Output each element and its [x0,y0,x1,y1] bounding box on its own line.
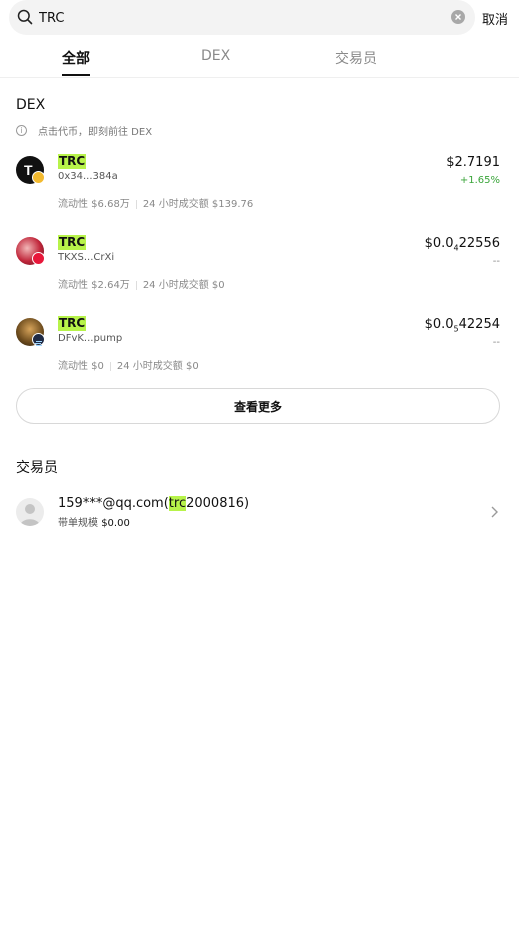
tab-traders[interactable]: 交易员 [335,48,377,68]
token-volume: 24 小时成交额 $139.76 [142,199,254,210]
token-row[interactable]: T TRC 0x34...384a 流动性 $6.68万 24 小时成交额 $13… [0,154,519,226]
traders-section-title: 交易员 [16,460,58,476]
tab-all[interactable]: 全部 [62,48,90,68]
search-icon [17,9,33,25]
trader-name-highlight: trc [168,496,187,511]
token-change: -- [492,256,500,267]
token-stats: 流动性 $2.64万 24 小时成交额 $0 [58,276,225,291]
token-change: -- [492,337,500,348]
token-liquidity: 流动性 $0 [58,361,104,372]
trader-name-suffix: 2000816) [186,496,250,511]
price-main: $0.0 [424,236,454,251]
token-symbol: TRC [58,235,87,250]
trader-row[interactable]: 159***@qq.com(trc2000816) 带单规模 $0.00 [0,494,519,530]
price-main: $0.0 [424,317,454,332]
trader-name: 159***@qq.com(trc2000816) [58,496,249,511]
token-address: DFvK...pump [58,333,123,344]
tab-dex[interactable]: DEX [201,48,230,64]
token-stats: 流动性 $6.68万 24 小时成交额 $139.76 [58,195,253,210]
token-price: $2.7191 [446,155,500,170]
bnb-chain-icon [32,171,45,184]
price-tail: 42254 [458,317,500,332]
trader-name-prefix: 159***@qq.com( [58,496,169,511]
token-symbol: TRC [58,154,87,169]
tron-chain-icon [32,252,45,265]
info-icon: i [16,125,27,136]
token-address: 0x34...384a [58,171,118,182]
chevron-right-icon[interactable] [488,505,500,519]
dex-hint: i 点击代币，即刻前往 DEX [16,123,152,138]
dex-section-title: DEX [16,97,46,113]
solana-chain-icon [32,333,45,346]
token-price: $0.0542254 [425,317,500,334]
token-volume: 24 小时成交额 $0 [142,280,225,291]
token-stats: 流动性 $0 24 小时成交额 $0 [58,357,199,372]
user-avatar-icon [16,498,44,526]
token-row[interactable]: TRC TKXS...CrXi 流动性 $2.64万 24 小时成交额 $0 $0… [0,235,519,307]
token-symbol: TRC [58,316,87,331]
token-price: $0.0422556 [425,236,500,253]
view-more-button[interactable]: 查看更多 [16,388,500,424]
token-address: TKXS...CrXi [58,252,115,263]
token-liquidity: 流动性 $2.64万 [58,280,130,291]
price-tail: 22556 [458,236,500,251]
token-row[interactable]: TRC DFvK...pump 流动性 $0 24 小时成交额 $0 $0.054… [0,316,519,388]
cancel-button[interactable]: 取消 [482,9,508,28]
trader-meta-value: $0.00 [101,518,130,529]
token-liquidity: 流动性 $6.68万 [58,199,130,210]
tab-bar: 全部 DEX 交易员 [0,40,519,78]
dex-hint-text: 点击代币，即刻前往 DEX [38,127,153,138]
token-change: +1.65% [459,175,500,186]
search-bar[interactable] [9,0,475,35]
active-tab-indicator [62,74,90,76]
trader-meta-label: 带单规模 [58,518,98,529]
trader-meta: 带单规模 $0.00 [58,514,130,529]
search-input[interactable] [39,8,439,28]
token-volume: 24 小时成交额 $0 [116,361,199,372]
clear-icon[interactable] [451,10,465,24]
